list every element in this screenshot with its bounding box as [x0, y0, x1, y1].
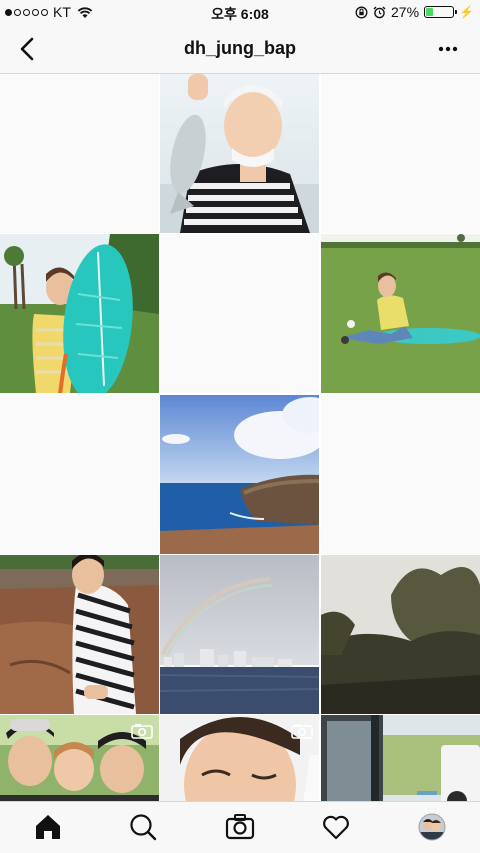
photo-fishing[interactable] [160, 74, 319, 233]
chevron-left-icon [20, 37, 34, 61]
back-button[interactable] [14, 35, 42, 63]
tab-search[interactable] [128, 812, 158, 842]
heart-icon [323, 815, 349, 840]
photo-grid [0, 74, 480, 801]
photo-rainbow-skyline[interactable] [160, 555, 319, 714]
status-left: KT [5, 4, 93, 20]
wifi-icon [77, 6, 93, 18]
photo-surfboard[interactable] [0, 234, 159, 393]
photo-lawn-mat[interactable] [321, 234, 480, 393]
signal-strength-icon [5, 8, 48, 16]
home-icon [36, 815, 60, 839]
status-bar: KT 오후 6:08 27% ⚡ [0, 0, 480, 24]
grid-tile-empty[interactable] [160, 234, 319, 393]
video-icon [131, 723, 153, 739]
tab-activity[interactable] [321, 812, 351, 842]
photo-ocean-cliff[interactable] [160, 395, 319, 554]
grid-tile-empty[interactable] [321, 74, 480, 233]
grid-tile-empty[interactable] [321, 395, 480, 554]
page-title: dh_jung_bap [184, 38, 296, 58]
more-options-button[interactable] [436, 40, 460, 58]
photo-blurry-trees[interactable] [321, 555, 480, 714]
tab-camera[interactable] [225, 812, 255, 842]
tab-profile[interactable] [417, 812, 447, 842]
avatar [418, 813, 446, 841]
search-icon [130, 814, 157, 841]
photo-striped-shirt-rocks[interactable] [0, 555, 159, 714]
carrier-name: KT [53, 4, 71, 20]
alarm-icon [373, 6, 386, 19]
status-right: 27% ⚡ [355, 4, 474, 20]
more-horizontal-icon [438, 46, 458, 52]
tab-home[interactable] [33, 812, 63, 842]
charging-icon: ⚡ [459, 5, 474, 19]
camera-icon [225, 814, 255, 840]
photo-van-park[interactable] [321, 715, 480, 801]
rotation-lock-icon [355, 6, 368, 19]
grid-tile-empty[interactable] [0, 74, 159, 233]
video-icon [291, 723, 313, 739]
profile-header: dh_jung_bap [0, 24, 480, 74]
photo-winking-selfie[interactable] [160, 715, 319, 801]
battery-percent: 27% [391, 4, 420, 20]
grid-tile-empty[interactable] [0, 395, 159, 554]
bottom-tab-bar [0, 801, 480, 853]
battery-icon [424, 6, 458, 18]
photo-group-selfie[interactable] [0, 715, 159, 801]
